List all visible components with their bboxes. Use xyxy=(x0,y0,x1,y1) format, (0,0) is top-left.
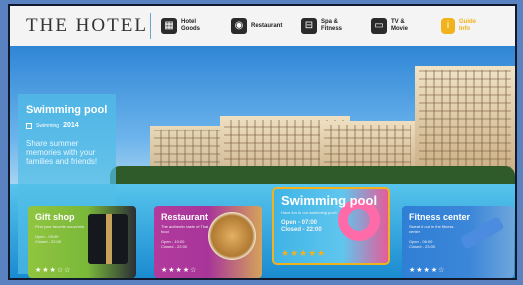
card-restaurant[interactable]: Restaurant The authentic taste of Thai f… xyxy=(154,206,262,278)
restaurant-icon: ◉ xyxy=(231,18,247,34)
nav-item-spa-fitness[interactable]: ⊟ Spa & Fitness xyxy=(301,6,357,46)
rating-stars: ★★★★☆ xyxy=(161,267,198,274)
nav-label: Restaurant xyxy=(251,22,283,29)
tv-screen: THE HOTEL ▦ Hotel Goods ◉ Restaurant ⊟ S… xyxy=(8,4,517,280)
card-hours: Open - 06:00 Closed - 23:00 xyxy=(409,239,436,249)
feature-meta-label: Swimming xyxy=(36,122,60,129)
card-hours: Open - 10:00 Closed - 22:00 xyxy=(161,239,188,249)
card-hours: Open - 09:00 Closed - 22:00 xyxy=(35,234,62,244)
rating-stars: ★★★★☆ xyxy=(409,267,446,274)
card-title: Fitness center xyxy=(409,212,471,222)
card-hours: Open - 07:00 Closed - 22:00 xyxy=(281,220,322,233)
card-description: Have fun in our swimming pool! xyxy=(281,210,337,215)
nav-item-hotel-goods[interactable]: ▦ Hotel Goods xyxy=(161,6,217,46)
hero-image: Swimming pool Swimming 2014 Share summer… xyxy=(10,46,515,278)
feature-title: Swimming pool xyxy=(26,104,108,116)
palm-trees xyxy=(110,166,515,186)
card-gift-shop[interactable]: Gift shop Find your favorite souvenirs O… xyxy=(28,206,136,278)
card-description: Find your favorite souvenirs xyxy=(35,224,85,229)
rating-stars: ★★★☆☆ xyxy=(35,267,72,274)
nav-label: Guide Info xyxy=(459,19,477,32)
feature-meta-value: 2014 xyxy=(63,122,79,129)
nav-item-restaurant[interactable]: ◉ Restaurant xyxy=(231,6,287,46)
spa-fitness-icon: ⊟ xyxy=(301,18,317,34)
card-title: Restaurant xyxy=(161,212,209,222)
feature-description: Share summer memories with your families… xyxy=(26,139,98,166)
checkbox-icon xyxy=(26,122,32,129)
card-swimming-pool[interactable]: Swimming pool Have fun in our swimming p… xyxy=(272,187,390,265)
card-description: Sweat it out in the fitness center xyxy=(409,224,454,234)
nav-label: Spa & Fitness xyxy=(321,19,343,32)
feature-meta: Swimming 2014 xyxy=(26,122,108,129)
card-fitness-center[interactable]: Fitness center Sweat it out in the fitne… xyxy=(402,206,514,278)
nav-item-tv-movie[interactable]: ▭ TV & Movie xyxy=(371,6,427,46)
rating-stars: ★★★★★ xyxy=(281,248,327,258)
tv-movie-icon: ▭ xyxy=(371,18,387,34)
card-description: The authentic taste of Thai food xyxy=(161,224,209,234)
card-title: Gift shop xyxy=(35,212,75,222)
brand-logo: THE HOTEL xyxy=(26,15,148,36)
header-bar: THE HOTEL ▦ Hotel Goods ◉ Restaurant ⊟ S… xyxy=(10,6,515,46)
header-divider xyxy=(150,13,151,39)
card-title: Swimming pool xyxy=(281,193,378,208)
nav-label: Hotel Goods xyxy=(181,19,200,32)
info-icon: i xyxy=(441,18,455,34)
nav-item-guide-info[interactable]: i Guide Info xyxy=(441,6,495,46)
hotel-goods-icon: ▦ xyxy=(161,18,177,34)
nav-label: TV & Movie xyxy=(391,19,409,32)
